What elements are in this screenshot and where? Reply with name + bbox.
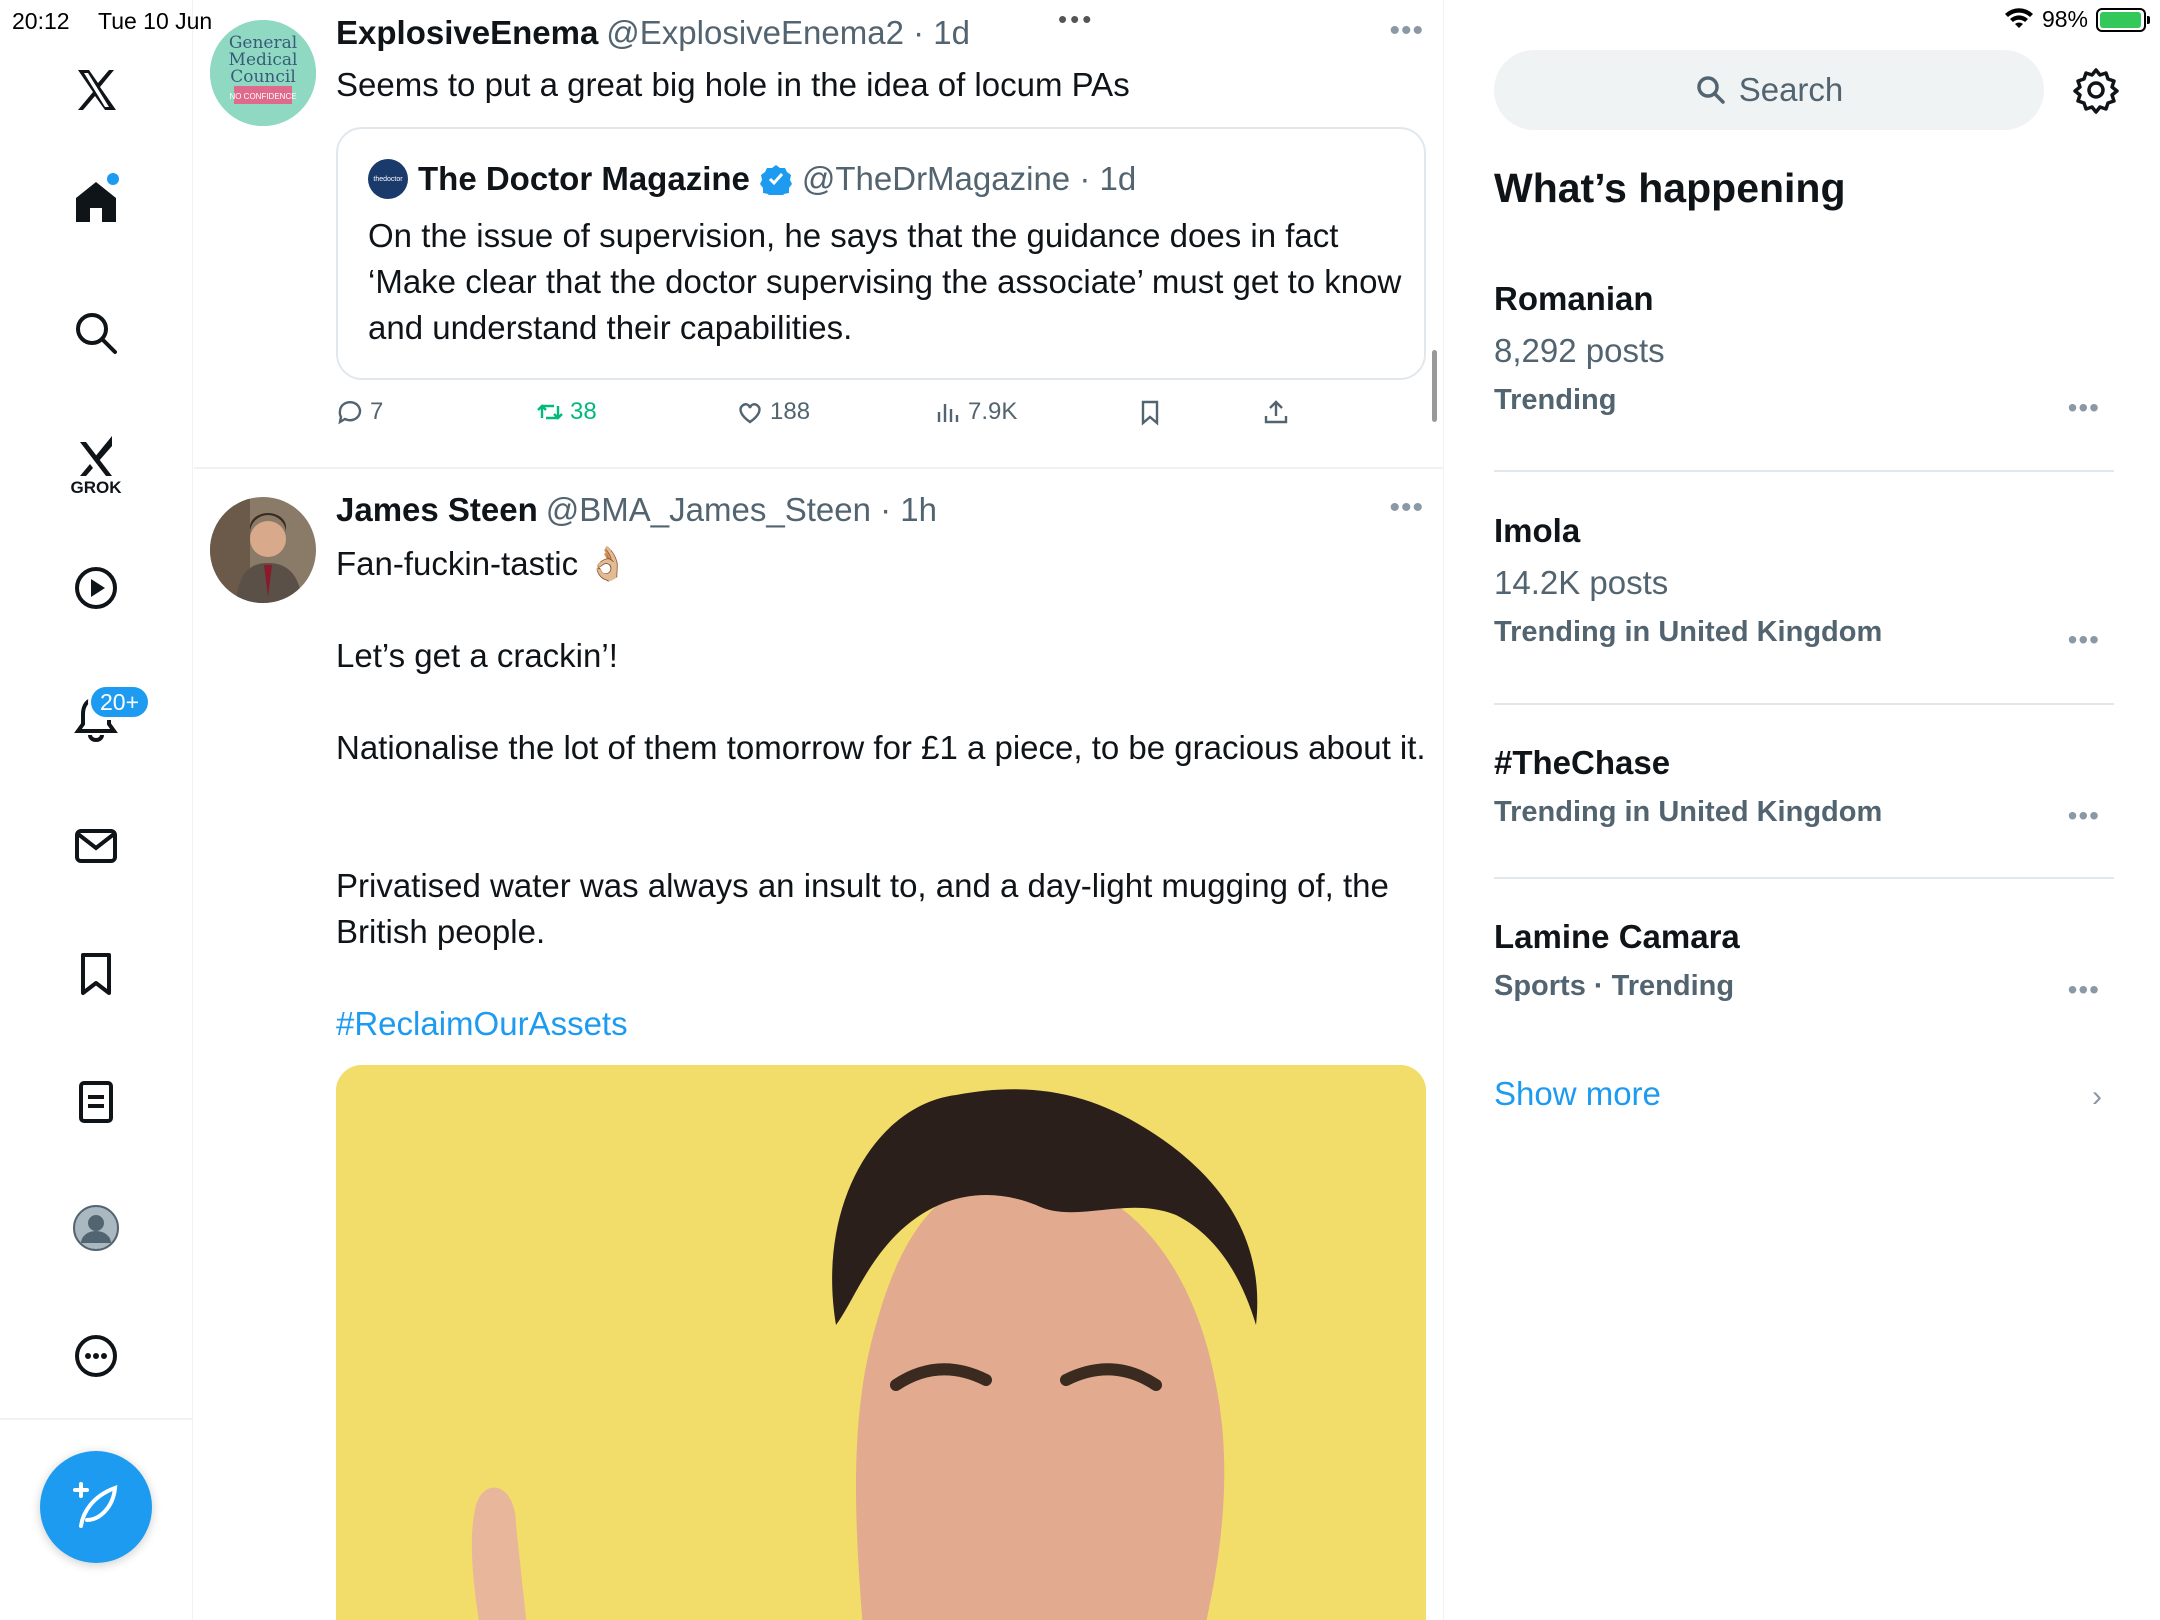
quoted-tweet[interactable]: thedoctor The Doctor Magazine @TheDrMaga…: [336, 127, 1426, 380]
trend-context: Trending: [1494, 384, 1617, 416]
trend-item[interactable]: Lamine Camara Sports · Trending •••: [1494, 918, 2114, 1006]
share-icon: [1264, 400, 1288, 424]
trend-context: Trending in United Kingdom: [1494, 616, 1883, 648]
tweet-line-2: Let’s get a crackin’!: [336, 637, 618, 674]
reply-count: 7: [370, 398, 384, 425]
search-input[interactable]: Search: [1494, 50, 2044, 130]
trend-divider: [1494, 470, 2114, 472]
grok-label: GROK: [70, 478, 122, 497]
more-options-icon[interactable]: [58, 1318, 134, 1394]
quote-author-name: The Doctor Magazine: [418, 160, 750, 197]
status-bar: 20:12 Tue 10 Jun ••• 98%: [0, 0, 2160, 40]
tweet-media-gif[interactable]: [336, 1065, 1426, 1620]
trend-divider: [1494, 877, 2114, 879]
home-icon[interactable]: [58, 164, 134, 240]
status-right: 98%: [2004, 6, 2150, 33]
trend-title: Romanian: [1494, 280, 1654, 317]
trend-item[interactable]: Imola 14.2K posts Trending in United Kin…: [1494, 512, 2114, 655]
reply-button[interactable]: 7: [336, 398, 383, 426]
quote-author-handle: @TheDrMagazine · 1d: [801, 160, 1137, 197]
trend-post-count: 8,292 posts: [1494, 332, 1665, 369]
x-logo-icon[interactable]: [58, 52, 134, 128]
lists-icon[interactable]: [58, 1064, 134, 1140]
quote-text: On the issue of supervision, he says tha…: [368, 217, 1402, 346]
repost-icon: [537, 404, 563, 420]
tweet-line-3: Nationalise the lot of them tomorrow for…: [336, 729, 1426, 766]
trend-more-icon[interactable]: •••: [2068, 392, 2100, 424]
like-count: 188: [770, 398, 811, 425]
bookmarks-icon[interactable]: [58, 936, 134, 1012]
battery-icon: [2096, 7, 2150, 32]
repost-button[interactable]: 38: [536, 398, 597, 426]
author-handle[interactable]: @BMA_James_Steen · 1h: [546, 491, 937, 528]
nav-divider: [0, 1418, 193, 1420]
bookmark-button[interactable]: [1136, 398, 1164, 426]
bookmark-icon: [1141, 400, 1159, 426]
compose-post-button[interactable]: [40, 1451, 152, 1563]
trend-more-icon[interactable]: •••: [2068, 800, 2100, 832]
status-time: 20:12: [12, 8, 70, 34]
view-count: 7.9K: [968, 398, 1018, 425]
tweet-line-4: Privatised water was always an insult to…: [336, 867, 1389, 950]
home-new-indicator: [107, 173, 119, 185]
scrollbar[interactable]: [1432, 350, 1437, 422]
show-more-link[interactable]: Show more: [1494, 1075, 1661, 1113]
trend-more-icon[interactable]: •••: [2068, 624, 2100, 656]
whats-happening-title: What’s happening: [1494, 165, 1846, 211]
trend-divider: [1494, 703, 2114, 705]
trend-context: Trending in United Kingdom: [1494, 796, 1883, 828]
avatar-text-4: NO CONFIDENCE: [229, 92, 296, 101]
trend-more-icon[interactable]: •••: [2068, 974, 2100, 1006]
share-button[interactable]: [1262, 398, 1290, 426]
timeline[interactable]: General Medical Council NO CONFIDENCE Ex…: [194, 0, 1444, 1620]
multitasking-dots-icon[interactable]: •••: [1058, 4, 1094, 35]
settings-gear-icon[interactable]: [2072, 66, 2120, 114]
quote-avatar: thedoctor: [368, 159, 408, 199]
notifications-badge: 20+: [88, 684, 152, 720]
right-sidebar: Search What’s happening Romanian 8,292 p…: [1446, 0, 2160, 1620]
trend-title: Imola: [1494, 512, 1581, 549]
chevron-right-icon: ›: [2092, 1080, 2102, 1113]
media-image: [336, 1065, 1426, 1620]
repost-count: 38: [570, 398, 597, 425]
trend-post-count: 14.2K posts: [1494, 564, 1669, 601]
quote-header: thedoctor The Doctor Magazine @TheDrMaga…: [368, 159, 1136, 199]
status-date: Tue 10 Jun: [98, 8, 213, 34]
tweet-text: Seems to put a great big hole in the ide…: [336, 66, 1130, 103]
profile-avatar-icon[interactable]: [58, 1190, 134, 1266]
reply-icon: [338, 401, 362, 425]
trend-item[interactable]: Romanian 8,292 posts Trending •••: [1494, 280, 2114, 423]
trend-title: #TheChase: [1494, 744, 1671, 781]
tweet-line-1: Fan-fuckin-tastic 👌🏼: [336, 545, 629, 582]
trend-item[interactable]: #TheChase Trending in United Kingdom •••: [1494, 744, 2114, 832]
battery-percent: 98%: [2041, 6, 2088, 32]
trend-context: Sports · Trending: [1494, 970, 1735, 1002]
tweet-hashtag-link[interactable]: #ReclaimOurAssets: [336, 1001, 1436, 1047]
avatar[interactable]: [210, 497, 316, 603]
tweet-header: James Steen @BMA_James_Steen · 1h: [336, 491, 937, 529]
verified-badge-icon: [759, 165, 792, 195]
trend-title: Lamine Camara: [1494, 918, 1740, 955]
views-button[interactable]: 7.9K: [934, 398, 1017, 426]
quote-avatar-text: thedoctor: [373, 175, 403, 183]
search-icon[interactable]: [58, 295, 134, 371]
author-name[interactable]: James Steen: [336, 491, 538, 528]
search-icon: [1696, 76, 1725, 104]
video-icon[interactable]: [58, 550, 134, 626]
views-chart-icon: [937, 404, 959, 422]
left-navigation: GROK 20+: [0, 0, 193, 1620]
tweet-actions: 7 38 188 7.9K: [336, 398, 1396, 434]
wifi-icon: [2004, 7, 2033, 28]
like-button[interactable]: 188: [736, 398, 810, 426]
search-placeholder: Search: [1738, 71, 1844, 108]
tweet-divider: [194, 467, 1443, 469]
messages-mail-icon[interactable]: [58, 808, 134, 884]
avatar-text-3: Council: [230, 67, 296, 87]
tweet-more-icon[interactable]: •••: [1389, 491, 1424, 525]
like-heart-icon: [739, 403, 761, 424]
